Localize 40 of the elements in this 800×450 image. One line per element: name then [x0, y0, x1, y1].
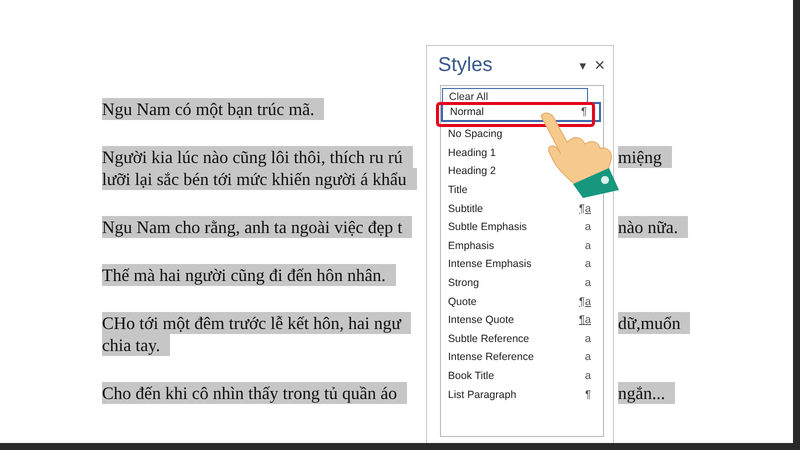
- pane-title: Styles: [438, 54, 492, 77]
- style-item[interactable]: List Paragraph ¶: [441, 385, 603, 404]
- style-item[interactable]: Intense Emphasis a: [441, 255, 603, 274]
- style-item[interactable]: No Spacing: [441, 125, 603, 144]
- document-text: Ngu Nam có một bạn trúc mã.: [102, 98, 324, 120]
- style-type-mark: ¶a: [578, 314, 591, 326]
- document-text: nào nữa.: [618, 216, 688, 238]
- document-text: Thế mà hai người cũng đi đến hôn nhân.: [102, 264, 396, 286]
- style-type-mark: a: [584, 221, 591, 234]
- document-text: chia tay.: [102, 334, 170, 356]
- style-item[interactable]: Subtle Emphasis a: [441, 218, 603, 237]
- document-text: Ngu Nam cho rằng, anh ta ngoài việc đẹp t: [102, 216, 412, 238]
- style-item[interactable]: Subtle Reference a: [441, 330, 603, 348]
- style-type-mark: ¶: [585, 388, 591, 401]
- style-type-mark: a: [584, 332, 591, 345]
- style-type-mark: a: [584, 370, 591, 382]
- style-type-mark: a: [584, 240, 591, 252]
- document-text: CHo tới một đêm trước lễ kết hôn, hai ngư: [102, 312, 411, 334]
- document-text: Người kia lúc nào cũng lôi thôi, thích ru rú: [102, 146, 413, 168]
- style-type-mark: a: [584, 277, 591, 290]
- style-item[interactable]: Emphasis a: [441, 236, 603, 256]
- style-item[interactable]: Quote ¶a: [441, 292, 603, 311]
- document-text: Cho đến khi cô nhìn thấy trong tủ quần áo: [102, 382, 408, 404]
- style-type-mark: ¶: [581, 106, 587, 118]
- document-text: lưỡi lại sắc bén tới mức khiến người á khẩu: [102, 168, 417, 190]
- document-text: miệng: [618, 146, 672, 168]
- document-text: ngắn...: [618, 382, 676, 404]
- style-item[interactable]: Book Title a: [441, 366, 603, 386]
- close-button[interactable]: ×: [586, 55, 605, 76]
- style-item[interactable]: Subtitle ¶a: [441, 199, 603, 218]
- style-item[interactable]: Strong a: [441, 274, 603, 292]
- style-type-mark: ¶a: [578, 296, 591, 308]
- style-type-mark: a: [584, 258, 591, 270]
- style-item[interactable]: Intense Quote ¶a: [441, 310, 603, 330]
- style-item[interactable]: Intense Reference a: [441, 348, 603, 367]
- document-text: dữ,muốn: [618, 312, 690, 334]
- style-type-mark: a: [584, 351, 591, 364]
- clear-all-button[interactable]: Clear All: [442, 88, 588, 102]
- style-type-mark: ¶a: [578, 202, 591, 215]
- dropdown-icon[interactable]: ▾: [579, 58, 586, 73]
